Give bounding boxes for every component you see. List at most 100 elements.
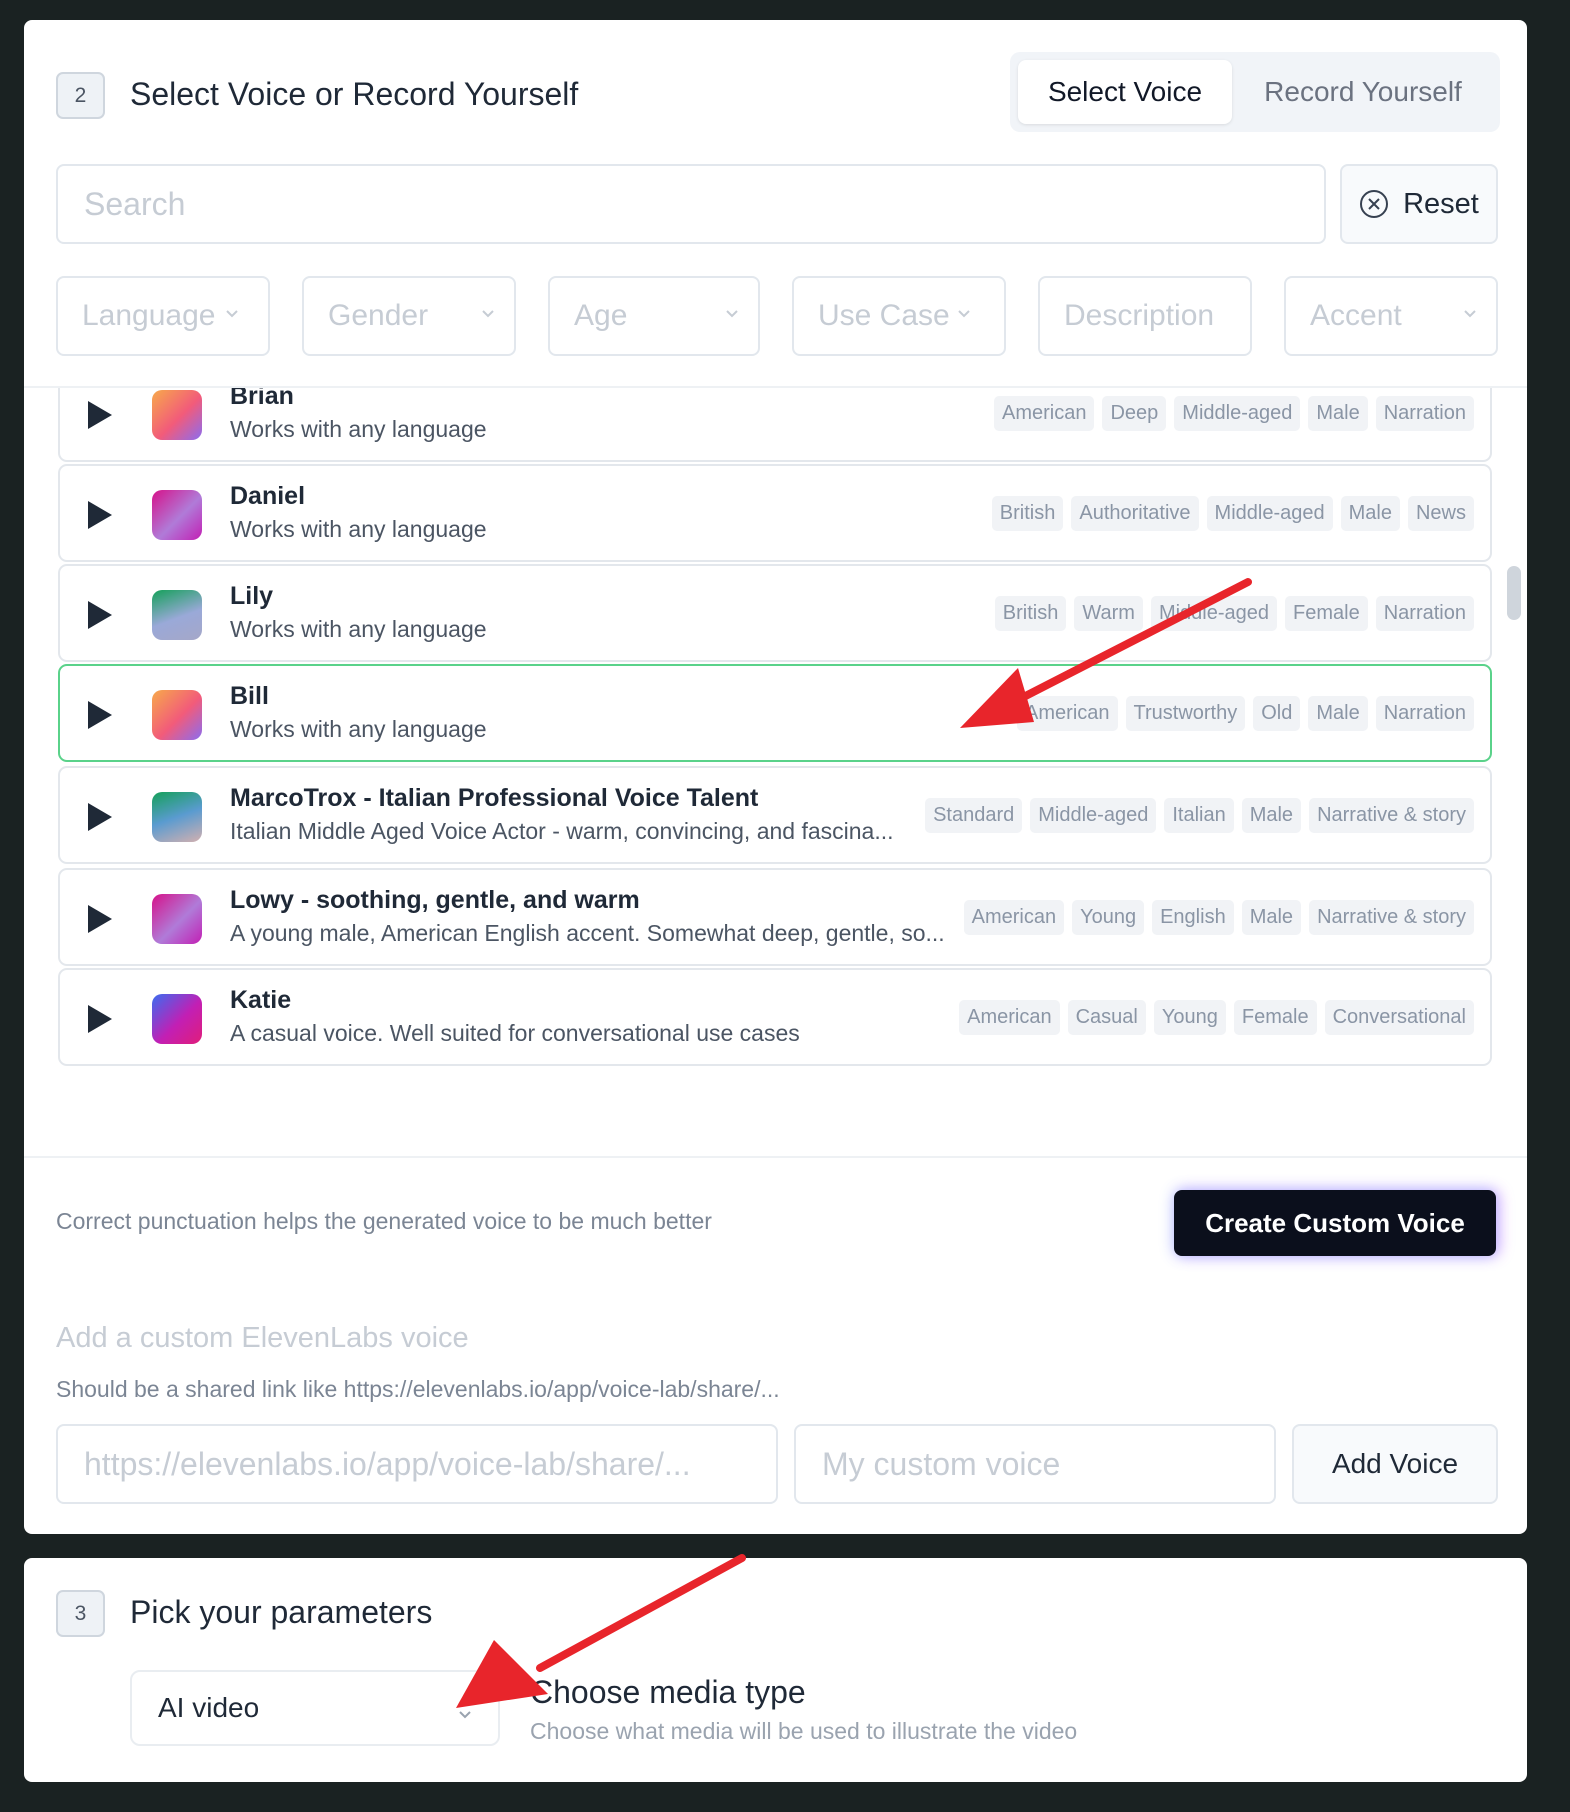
custom-voice-heading: Add a custom ElevenLabs voice	[56, 1322, 469, 1354]
chevron-down-icon	[226, 310, 238, 318]
media-type-subtitle: Choose what media will be used to illust…	[530, 1718, 1078, 1744]
play-icon[interactable]	[86, 399, 114, 431]
voice-tag: Middle-aged	[1030, 798, 1157, 833]
voice-tags: American Casual Young Female Conversational	[959, 1000, 1474, 1035]
add-voice-button[interactable]: Add Voice	[1292, 1424, 1498, 1504]
voice-tag: Middle-aged	[1206, 496, 1333, 531]
play-icon[interactable]	[86, 1003, 114, 1035]
voice-tag: Middle-aged	[1174, 396, 1301, 431]
voice-tag: Male	[1308, 696, 1368, 731]
voice-tag: British	[991, 496, 1064, 531]
voice-description: A casual voice. Well suited for conversa…	[230, 1020, 800, 1046]
close-circle-icon	[1360, 190, 1389, 218]
voice-row[interactable]: Daniel Works with any language British Auth…	[58, 464, 1492, 562]
search-input[interactable]: Search	[56, 164, 1326, 244]
play-icon[interactable]	[86, 801, 114, 833]
voice-description: Works with any language	[230, 616, 487, 642]
voice-tag: Narrative & story	[1309, 900, 1474, 935]
chevron-down-icon	[1464, 310, 1476, 318]
voice-name: Bill	[230, 682, 269, 710]
filter-age-label: Age	[574, 299, 628, 332]
voice-row[interactable]: Lowy - soothing, gentle, and warm A young…	[58, 868, 1492, 966]
filter-gender-label: Gender	[328, 299, 429, 332]
voice-name: Brian	[230, 388, 294, 410]
scrollbar-thumb[interactable]	[1507, 566, 1521, 620]
voice-tag: British	[994, 596, 1067, 631]
voice-description: Works with any language	[230, 716, 487, 742]
create-custom-voice-button[interactable]: Create Custom Voice	[1174, 1190, 1496, 1256]
chevron-down-icon	[726, 310, 738, 318]
voice-tag: Authoritative	[1071, 496, 1199, 531]
voice-tag: Young	[1153, 1000, 1226, 1035]
chevron-updown-icon	[459, 1697, 471, 1719]
voice-tag: Narration	[1375, 396, 1474, 431]
punctuation-hint: Correct punctuation helps the generated …	[56, 1208, 712, 1234]
voice-row[interactable]: Brian Works with any language American Deep…	[58, 388, 1492, 462]
voice-tag: Italian	[1164, 798, 1234, 833]
voice-row[interactable]: MarcoTrox - Italian Professional Voice T…	[58, 766, 1492, 864]
media-type-value: AI video	[158, 1692, 260, 1723]
voice-description: Works with any language	[230, 516, 487, 542]
tab-record-yourself[interactable]: Record Yourself	[1232, 60, 1494, 124]
voice-tags: Standard Middle-aged Italian Male Narrative …	[925, 798, 1474, 833]
voice-list[interactable]: Brian Works with any language American Deep…	[24, 388, 1527, 1156]
play-icon[interactable]	[86, 599, 114, 631]
voice-description: Italian Middle Aged Voice Actor - warm, …	[230, 818, 894, 844]
voice-tag: Conversational	[1324, 1000, 1474, 1035]
filter-accent[interactable]: Accent	[1284, 276, 1498, 356]
media-type-select[interactable]: AI video	[130, 1670, 500, 1746]
voice-tag: Young	[1072, 900, 1145, 935]
voice-tag: American	[1017, 696, 1118, 731]
voice-row[interactable]: Bill Works with any language American Trust…	[58, 664, 1492, 762]
voice-tag: Male	[1241, 798, 1302, 833]
play-icon[interactable]	[86, 903, 114, 935]
filter-description[interactable]: Description	[1038, 276, 1252, 356]
filter-language[interactable]: Language	[56, 276, 270, 356]
voice-tag: English	[1152, 900, 1234, 935]
voice-tags: British Warm Middle-aged Female Narration	[994, 596, 1474, 631]
step-number-badge: 2	[56, 72, 105, 119]
play-icon[interactable]	[86, 499, 114, 531]
voice-tag: Male	[1241, 900, 1302, 935]
filter-gender[interactable]: Gender	[302, 276, 516, 356]
voice-name: Daniel	[230, 482, 306, 510]
tab-select-voice[interactable]: Select Voice	[1018, 60, 1232, 124]
chevron-down-icon	[482, 310, 494, 318]
voice-tag: American	[959, 1000, 1060, 1035]
filter-age[interactable]: Age	[548, 276, 760, 356]
play-icon[interactable]	[86, 699, 114, 731]
voice-tag: Female	[1233, 1000, 1317, 1035]
parameters-card: 3 Pick your parameters AI video Choose m…	[24, 1558, 1527, 1782]
voice-tags: British Authoritative Middle-aged Male News	[991, 496, 1474, 531]
voice-avatar	[152, 994, 202, 1044]
filter-accent-label: Accent	[1310, 299, 1402, 332]
voice-row[interactable]: Lily Works with any language British Warm Mi…	[58, 564, 1492, 662]
voice-tag: Male	[1308, 396, 1368, 431]
voice-row[interactable]: Katie A casual voice. Well suited for con…	[58, 968, 1492, 1066]
voice-name: Lily	[230, 582, 274, 610]
voice-avatar	[152, 590, 202, 640]
chevron-down-icon	[958, 310, 970, 318]
voice-tag: Narration	[1375, 696, 1474, 731]
voice-tag: American	[963, 900, 1065, 935]
voice-name: MarcoTrox - Italian Professional Voice T…	[230, 784, 759, 812]
voice-tag: Narrative & story	[1309, 798, 1474, 833]
voice-selection-card: 2 Select Voice or Record Yourself Select…	[24, 20, 1527, 1534]
voice-tags: American Young English Male Narrative & stor…	[963, 900, 1474, 935]
voice-tag: American	[994, 396, 1095, 431]
voice-tag: Old	[1253, 696, 1301, 731]
voice-name: Katie	[230, 986, 292, 1014]
filter-use-case-label: Use Case	[818, 299, 950, 332]
voice-tag: Warm	[1074, 596, 1143, 631]
custom-voice-hint: Should be a shared link like https://ele…	[56, 1376, 780, 1402]
voice-description: A young male, American English accent. S…	[230, 920, 945, 946]
voice-tag: Trustworthy	[1125, 696, 1246, 731]
voice-name-input[interactable]: My custom voice	[794, 1424, 1276, 1504]
filter-use-case[interactable]: Use Case	[792, 276, 1006, 356]
voice-tag: Female	[1285, 596, 1368, 631]
section-title: Select Voice or Record Yourself	[130, 76, 579, 112]
reset-button[interactable]: Reset	[1340, 164, 1498, 244]
voice-url-input[interactable]: https://elevenlabs.io/app/voice-lab/shar…	[56, 1424, 778, 1504]
reset-label: Reset	[1403, 187, 1479, 220]
voice-name: Lowy - soothing, gentle, and warm	[230, 886, 640, 914]
